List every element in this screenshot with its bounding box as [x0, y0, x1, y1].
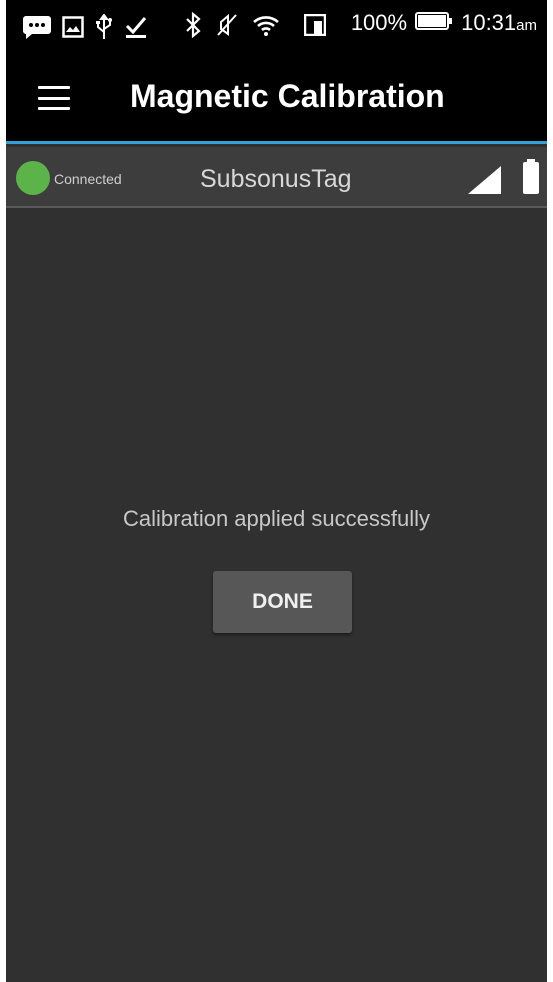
- download-done-icon: [124, 15, 148, 44]
- nfc-icon: [303, 13, 327, 41]
- battery-percent: 100%: [350, 10, 408, 35]
- device-battery-icon: [521, 159, 541, 200]
- message-icon: [22, 14, 52, 45]
- page-title: Magnetic Calibration: [130, 78, 445, 114]
- clock-suffix: am: [516, 17, 537, 34]
- usb-icon: [94, 13, 114, 45]
- bluetooth-icon: [184, 11, 202, 43]
- hamburger-menu-icon[interactable]: [38, 86, 70, 110]
- mute-icon: [216, 13, 238, 42]
- app-bar: Magnetic Calibration: [6, 56, 547, 144]
- done-button[interactable]: DONE: [213, 571, 352, 633]
- app-frame: 100% 10:31am Magnetic Calibration Connec…: [6, 0, 547, 982]
- connection-status-label: Connected: [54, 171, 122, 187]
- calibration-status-message: Calibration applied successfully: [123, 506, 430, 531]
- device-name: SubsonusTag: [200, 165, 352, 193]
- image-icon: [62, 16, 84, 43]
- battery-icon: [415, 11, 453, 36]
- device-status-bar: Connected SubsonusTag: [6, 147, 547, 208]
- wifi-icon: [252, 13, 280, 42]
- clock: 10:31am: [461, 10, 537, 36]
- connection-status-indicator: [16, 161, 50, 195]
- status-bar: 100% 10:31am: [6, 0, 547, 56]
- status-bar-middle: [184, 11, 327, 43]
- clock-time: 10:31: [461, 10, 517, 35]
- status-bar-left: [22, 13, 148, 45]
- status-bar-right: 100% 10:31am: [351, 10, 537, 36]
- signal-strength-icon: [466, 165, 502, 200]
